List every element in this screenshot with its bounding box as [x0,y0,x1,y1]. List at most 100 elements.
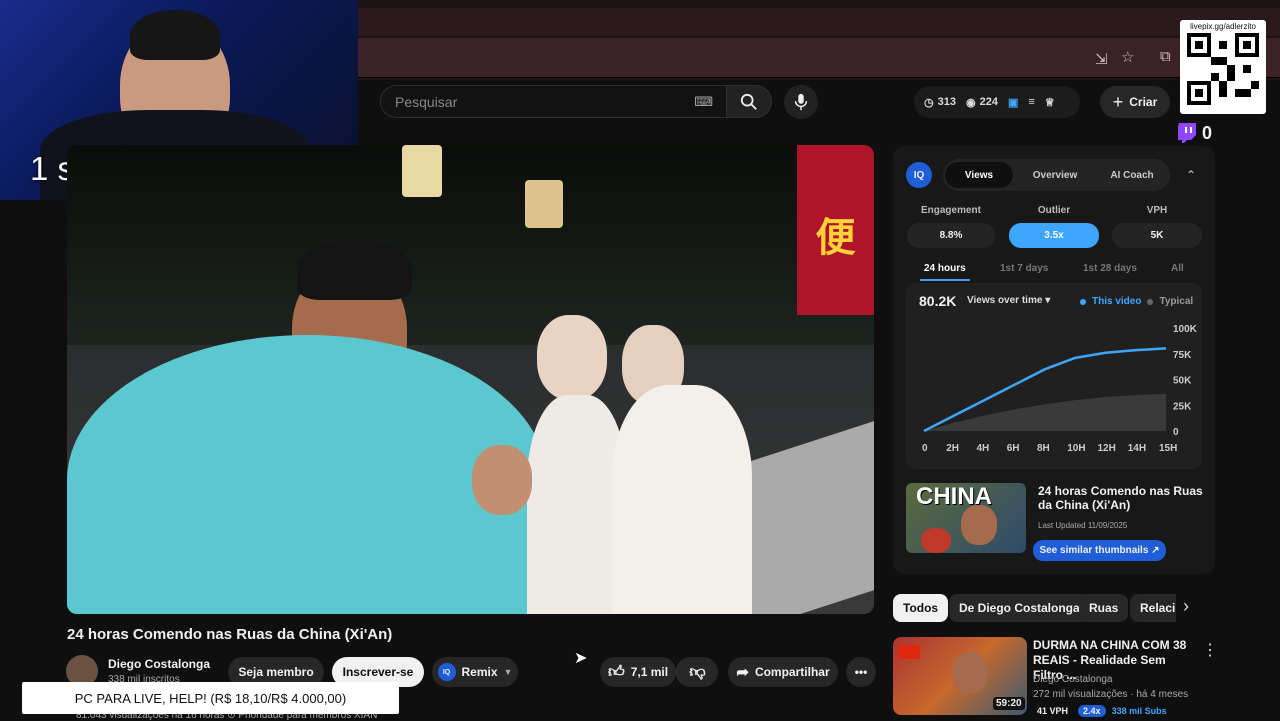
thumbnail-bowl [921,528,951,553]
outlier-badge: 2.4x [1078,705,1106,717]
twitch-icon [1178,123,1196,143]
thumbnail-face [961,505,997,545]
x-tick-label: 4H [977,443,990,454]
tab-ai-coach[interactable]: AI Coach [1097,162,1167,188]
x-tick-label: 12H [1098,443,1116,454]
iq-mini-icon[interactable]: ▣ [1008,96,1018,109]
chip-ruas[interactable]: Ruas [1079,594,1129,622]
white-coat [612,385,752,614]
extension-stats[interactable]: ◷ 313 ◉ 224 ▣ ≡ ♕ [914,86,1080,118]
qr-icon [1187,33,1259,105]
range-7-days[interactable]: 1st 7 days [1000,263,1048,274]
current-thumbnail[interactable]: CHINA [906,483,1026,553]
share-button[interactable]: ➦ Compartilhar [728,657,838,687]
extensions-icon[interactable]: ⧉ [1160,48,1171,65]
metric-vph-value: 5K [1112,223,1202,248]
thumbnail-face [953,652,987,694]
thumbnail-card-title: 24 horas Comendo nas Ruas da China (Xi'A… [1038,484,1203,512]
streamer-hair [130,10,220,60]
chevron-right-icon[interactable]: › [1183,596,1207,620]
y-tick-label: 25K [1173,401,1192,412]
x-tick-label: 14H [1128,443,1146,454]
iq-icon: IQ [437,663,456,681]
metric-engagement-label: Engagement [920,205,981,216]
trophy-icon[interactable]: ♕ [1045,96,1055,109]
y-tick-label: 100K [1173,324,1198,335]
mouse-cursor-icon: ➤ [574,650,588,667]
hand [472,445,532,515]
see-similar-thumbnails-button[interactable]: See similar thumbnails ↗ [1033,540,1166,561]
person-hair [297,240,412,300]
china-flag-icon [898,645,920,659]
more-actions-button[interactable]: ••• [846,657,876,687]
chevron-down-icon: ▾ [1045,295,1051,306]
recommendation-views: 272 mil visualizações · há 4 meses [1033,689,1189,700]
lantern [525,180,563,228]
recommendation-stats: 41 VPH 2.4x 338 mil Subs [1033,705,1167,717]
twitch-counter: 0 [1176,122,1212,144]
neon-sign: 便 [797,145,874,315]
range-28-days[interactable]: 1st 28 days [1083,263,1137,274]
eye-icon: ◉ [965,96,976,109]
legend-typical: Typical [1159,296,1194,307]
voice-search-button[interactable] [784,85,818,119]
like-count: 7,1 mil [630,665,669,679]
metric-outlier-value: 3.5x [1009,223,1099,248]
dislike-button[interactable]: 👎︎ [676,657,718,687]
video-duration: 59:20 [993,697,1025,710]
twitch-count: 0 [1202,122,1213,143]
chip-all[interactable]: Todos [893,594,949,622]
vph-badge: 41 VPH [1033,705,1073,717]
microphone-icon [794,93,808,111]
views-dropdown-label: Views over time [967,295,1043,306]
create-label: Criar [1129,95,1158,109]
x-tick-label: 0 [922,443,928,454]
x-tick-label: 10H [1067,443,1085,454]
donation-goal-banner: PC PARA LIVE, HELP! (R$ 18,10/R$ 4.000,0… [22,682,399,714]
legend-dot-typical [1147,298,1154,305]
thumbs-up-icon: 👍︎ [607,663,625,681]
collapse-chevron-icon[interactable]: ⌃ [1186,168,1196,182]
views-total: 80.2K [919,293,957,309]
chevron-down-icon: ▼ [503,667,513,677]
metric-outlier-label: Outlier [1037,205,1071,216]
like-button[interactable]: 👍︎ 7,1 mil [600,657,676,687]
address-bar[interactable] [358,38,1280,78]
channel-name[interactable]: Diego Costalonga [108,657,210,671]
subs-badge: 338 mil Subs [1111,706,1167,716]
qr-code: livepix.gg/adlerzito [1180,20,1266,114]
chip-from-channel[interactable]: De Diego Costalonga [949,594,1090,622]
search-input[interactable]: Pesquisar ⌨ [380,85,728,118]
legend-this-video: This video [1092,296,1142,307]
views-metric-dropdown[interactable]: Views over time ▾ [967,295,1050,306]
thumbnail-word: CHINA [916,483,992,510]
plus-icon: + [1112,91,1124,112]
remix-label: Remix [461,665,498,679]
create-button[interactable]: + Criar [1100,86,1170,118]
list-icon[interactable]: ≡ [1028,96,1034,108]
x-tick-label: 15H [1159,443,1177,454]
range-all[interactable]: All [1171,263,1184,274]
install-icon[interactable]: ⇲ [1095,50,1108,68]
video-player[interactable]: 便 [67,145,874,614]
x-tick-label: 8H [1037,443,1050,454]
views-chart: 0 25K 50K 75K 100K 0 2H 4H 6H 8H 10H 12H 14H 15H [922,324,1198,454]
recommendation-channel[interactable]: Diego Costalonga [1033,674,1113,685]
share-label: Compartilhar [754,665,830,679]
chip-related[interactable]: Relaci [1130,594,1176,622]
remix-button[interactable]: IQ Remix ▼ [432,657,518,687]
keyboard-icon[interactable]: ⌨ [694,94,713,110]
more-vertical-icon[interactable]: ⋮ [1202,640,1218,660]
tab-views[interactable]: Views [945,162,1013,188]
y-tick-label: 0 [1173,427,1179,438]
thumbs-down-icon: 👎︎ [689,663,706,681]
metric-engagement-value: 8.8% [907,223,995,248]
search-icon [740,93,757,110]
tab-overview[interactable]: Overview [1020,162,1090,188]
search-button[interactable] [726,85,772,118]
legend-dot-this [1080,298,1086,305]
range-underline [920,279,970,281]
bookmark-star-icon[interactable]: ☆ [1121,48,1134,66]
eye-count: 224 [979,96,998,108]
range-24-hours[interactable]: 24 hours [924,263,966,274]
